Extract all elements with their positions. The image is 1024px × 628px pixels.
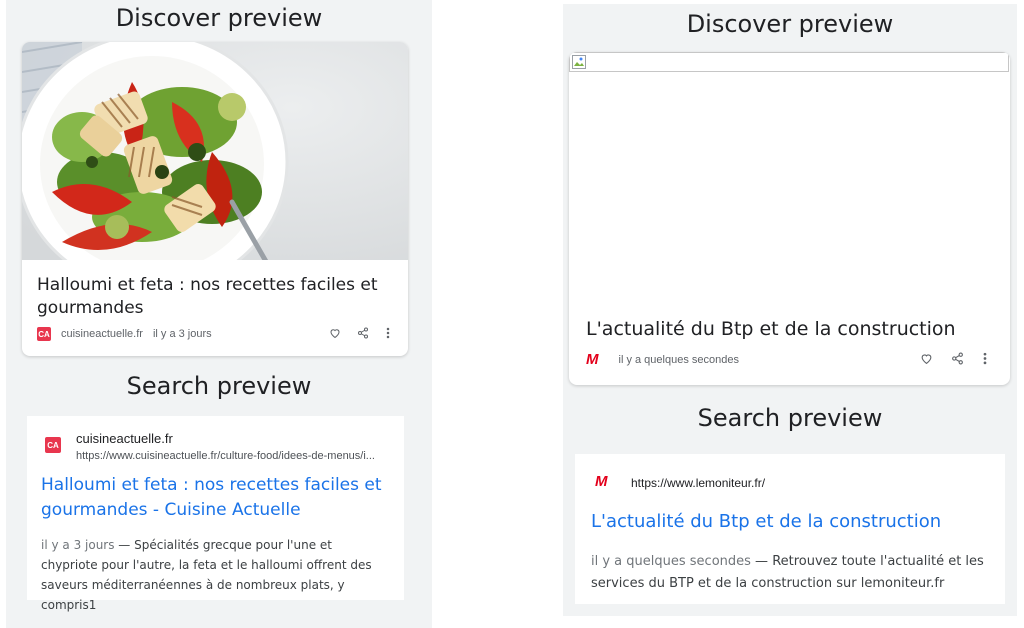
search-result-url[interactable]: https://www.cuisineactuelle.fr/culture-f… bbox=[76, 450, 394, 462]
search-result-site-name: cuisineactuelle.fr bbox=[76, 431, 173, 446]
discover-card[interactable]: Halloumi et feta : nos recettes faciles … bbox=[22, 42, 408, 356]
le-moniteur-logo: M bbox=[595, 473, 608, 490]
right-preview-panel: Discover preview L'actualité du Btp et d… bbox=[563, 4, 1017, 616]
le-moniteur-logo: M bbox=[586, 351, 599, 368]
discover-preview-heading: Discover preview bbox=[115, 4, 323, 32]
search-result-card[interactable]: CA cuisineactuelle.fr https://www.cuisin… bbox=[27, 416, 404, 612]
search-preview-heading: Search preview bbox=[697, 404, 883, 432]
discover-card-age: il y a quelques secondes bbox=[618, 353, 739, 366]
snippet-separator: — bbox=[114, 538, 135, 552]
search-result-snippet: il y a 3 jours — Spécialités grecque pou… bbox=[41, 535, 391, 615]
broken-image-placeholder bbox=[569, 52, 1009, 72]
article-image bbox=[22, 42, 408, 260]
search-result-title[interactable]: L'actualité du Btp et de la construction bbox=[591, 510, 991, 534]
discover-card-actions bbox=[920, 352, 988, 365]
discover-card-source: cuisineactuelle.fr bbox=[61, 328, 143, 340]
search-result-age: il y a 3 jours bbox=[41, 538, 115, 552]
discover-card-title[interactable]: L'actualité du Btp et de la construction bbox=[586, 317, 1006, 341]
search-result-card[interactable]: M https://www.lemoniteur.fr/ L'actualité… bbox=[575, 454, 1005, 604]
cuisine-actuelle-logo: CA bbox=[45, 437, 61, 453]
snippet-separator: — bbox=[750, 554, 773, 569]
discover-card-meta: M il y a quelques secondes bbox=[586, 352, 739, 367]
discover-card-title[interactable]: Halloumi et feta : nos recettes faciles … bbox=[37, 274, 397, 320]
more-vert-icon[interactable] bbox=[982, 352, 988, 365]
left-preview-panel: Discover preview Halloumi et feta: nos … bbox=[6, 0, 432, 628]
search-result-snippet: il y a quelques secondes — Retrouvez tou… bbox=[591, 551, 996, 595]
search-result-age: il y a quelques secondes bbox=[591, 554, 751, 569]
heart-icon[interactable] bbox=[920, 352, 933, 365]
discover-preview-heading: Discover preview bbox=[686, 10, 894, 38]
discover-card-meta: CA cuisineactuelle.fr il y a 3 jours bbox=[37, 327, 212, 341]
more-vert-icon[interactable] bbox=[385, 327, 391, 339]
heart-icon[interactable] bbox=[329, 327, 341, 339]
share-icon[interactable] bbox=[951, 352, 964, 365]
cuisine-actuelle-logo: CA bbox=[37, 327, 51, 341]
search-result-title[interactable]: Halloumi et feta : nos recettes faciles … bbox=[41, 473, 391, 523]
discover-card[interactable]: L'actualité du Btp et de la construction… bbox=[569, 52, 1010, 385]
search-result-url[interactable]: https://www.lemoniteur.fr/ bbox=[631, 476, 765, 490]
discover-card-actions bbox=[329, 327, 391, 339]
search-preview-heading: Search preview bbox=[126, 372, 312, 400]
broken-image-icon bbox=[572, 55, 586, 69]
discover-card-age: il y a 3 jours bbox=[152, 328, 212, 340]
share-icon[interactable] bbox=[357, 327, 369, 339]
